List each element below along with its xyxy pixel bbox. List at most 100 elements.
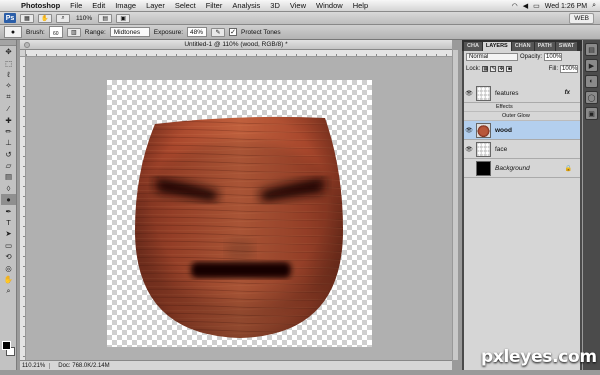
- wifi-icon[interactable]: ◠: [512, 2, 518, 10]
- exposure-label: Exposure:: [153, 28, 184, 36]
- zoom-tool-icon-2[interactable]: ⌕: [1, 285, 16, 296]
- lock-all-icon[interactable]: ■: [506, 66, 513, 72]
- crop-tool-icon[interactable]: ⌗: [1, 92, 16, 103]
- blend-mode-select[interactable]: Normal: [466, 53, 518, 61]
- layer-name[interactable]: Background: [495, 165, 530, 172]
- mask-artwork: [135, 116, 343, 338]
- marquee-tool-icon[interactable]: ⬚: [1, 57, 16, 68]
- menu-layer[interactable]: Layer: [141, 1, 170, 10]
- menu-file[interactable]: File: [65, 1, 87, 10]
- menu-window[interactable]: Window: [311, 1, 348, 10]
- arrange-documents-icon[interactable]: ▤: [98, 13, 113, 23]
- move-tool-icon[interactable]: ✥: [1, 46, 16, 57]
- adjustments-panel-icon[interactable]: ◐: [585, 75, 598, 88]
- vertical-scrollbar[interactable]: [452, 50, 458, 360]
- status-doc-size[interactable]: Doc: 768.0K/2.14M: [58, 363, 109, 369]
- close-document-icon[interactable]: [24, 42, 30, 48]
- visibility-eye-icon[interactable]: 👁: [464, 146, 474, 153]
- document-title-bar[interactable]: Untitled-1 @ 110% (wood, RGB/8) *: [20, 40, 452, 50]
- horizontal-ruler[interactable]: [26, 50, 452, 57]
- layer-name[interactable]: face: [495, 146, 507, 153]
- eyedropper-tool-icon[interactable]: ⁄: [1, 103, 16, 114]
- outer-glow-effect-row[interactable]: Outer Glow: [464, 112, 580, 121]
- bridge-icon[interactable]: ▦: [20, 13, 34, 23]
- clone-stamp-tool-icon[interactable]: ⊥: [1, 137, 16, 148]
- volume-icon[interactable]: ◀: [523, 2, 528, 10]
- layer-row-wood[interactable]: 👁 wood: [464, 121, 580, 140]
- layer-effects-icon[interactable]: fx: [565, 90, 570, 96]
- quick-selection-tool-icon[interactable]: ✧: [1, 80, 16, 91]
- effects-group-row[interactable]: Effects: [464, 103, 580, 112]
- brush-tool-icon[interactable]: ✏: [1, 126, 16, 137]
- styles-panel-icon[interactable]: ▣: [585, 107, 598, 120]
- blur-tool-icon[interactable]: ◊: [1, 183, 16, 194]
- visibility-eye-icon[interactable]: 👁: [464, 127, 474, 134]
- color-swatches[interactable]: [2, 341, 15, 359]
- 3d-orbit-tool-icon[interactable]: ◎: [1, 262, 16, 273]
- tab-paths[interactable]: PATH: [534, 42, 555, 51]
- healing-brush-tool-icon[interactable]: ✚: [1, 114, 16, 125]
- tab-character[interactable]: CHA: [464, 42, 482, 51]
- masks-panel-icon[interactable]: ◯: [585, 91, 598, 104]
- watermark-text: pxleyes.com: [481, 347, 597, 367]
- shape-tool-icon[interactable]: ▭: [1, 240, 16, 251]
- menu-app-photoshop[interactable]: Photoshop: [16, 1, 65, 10]
- layer-row-features[interactable]: 👁 features fx: [464, 84, 580, 103]
- lasso-tool-icon[interactable]: ℓ: [1, 69, 16, 80]
- clock[interactable]: Wed 1:26 PM: [545, 3, 587, 10]
- protect-tones-checkbox[interactable]: ✓: [229, 28, 238, 36]
- battery-icon[interactable]: ▭: [533, 2, 540, 10]
- opacity-input[interactable]: 100%: [544, 53, 563, 61]
- brush-size-picker[interactable]: 60: [48, 26, 63, 38]
- lock-transparent-icon[interactable]: ▦: [482, 66, 489, 72]
- pen-tool-icon[interactable]: ✒: [1, 205, 16, 216]
- menu-analysis[interactable]: Analysis: [227, 1, 265, 10]
- menu-edit[interactable]: Edit: [87, 1, 110, 10]
- status-zoom-field[interactable]: 110.21%: [22, 362, 51, 369]
- lock-image-icon[interactable]: ✎: [490, 66, 497, 72]
- tab-swatches[interactable]: SWAT: [555, 42, 578, 51]
- menu-filter[interactable]: Filter: [201, 1, 228, 10]
- document-canvas[interactable]: [107, 80, 372, 347]
- brush-panel-toggle-icon[interactable]: ▥: [66, 27, 81, 37]
- menu-select[interactable]: Select: [170, 1, 201, 10]
- eraser-tool-icon[interactable]: ▱: [1, 160, 16, 171]
- burn-tool-preset-icon[interactable]: ●: [4, 26, 22, 38]
- hand-tool-icon[interactable]: ✋: [38, 13, 52, 23]
- layer-row-face[interactable]: 👁 face: [464, 140, 580, 159]
- foreground-color-swatch[interactable]: [2, 341, 11, 350]
- tab-layers[interactable]: LAYERS: [482, 42, 511, 51]
- menu-image[interactable]: Image: [110, 1, 141, 10]
- actions-panel-icon[interactable]: ▶: [585, 59, 598, 72]
- menu-help[interactable]: Help: [348, 1, 373, 10]
- spotlight-search-icon[interactable]: ⌕: [592, 2, 596, 10]
- airbrush-icon[interactable]: ✎: [211, 27, 226, 37]
- brush-size-value: 60: [53, 31, 59, 37]
- type-tool-icon[interactable]: T: [1, 217, 16, 228]
- history-panel-icon[interactable]: ▤: [585, 43, 598, 56]
- burn-tool-icon[interactable]: ●: [1, 194, 16, 206]
- screen-mode-icon[interactable]: ▣: [116, 13, 131, 23]
- layer-row-background[interactable]: Background 🔒: [464, 159, 580, 178]
- hand-tool-icon-2[interactable]: ✋: [1, 274, 16, 285]
- document-title: Untitled-1 @ 110% (wood, RGB/8) *: [184, 41, 288, 48]
- zoom-tool-icon[interactable]: ⌕: [56, 13, 70, 23]
- layer-name[interactable]: wood: [495, 127, 512, 134]
- range-select[interactable]: Midtones: [109, 27, 150, 37]
- zoom-level-select[interactable]: 110%: [74, 15, 94, 22]
- layer-name[interactable]: features: [495, 90, 519, 97]
- path-selection-tool-icon[interactable]: ➤: [1, 228, 16, 239]
- 3d-rotate-tool-icon[interactable]: ⟲: [1, 251, 16, 262]
- tools-panel: ✥ ⬚ ℓ ✧ ⌗ ⁄ ✚ ✏ ⊥ ↺ ▱ ▤ ◊ ● ✒ T ➤ ▭ ⟲ ◎ …: [0, 40, 17, 370]
- fill-input[interactable]: 100%: [560, 65, 578, 73]
- exposure-input[interactable]: 48%: [187, 27, 208, 37]
- menu-3d[interactable]: 3D: [265, 1, 285, 10]
- protect-tones-label: Protect Tones: [241, 28, 281, 36]
- menu-view[interactable]: View: [285, 1, 311, 10]
- workspace-switcher[interactable]: WEB: [569, 13, 594, 24]
- gradient-tool-icon[interactable]: ▤: [1, 171, 16, 182]
- history-brush-tool-icon[interactable]: ↺: [1, 149, 16, 160]
- visibility-eye-icon[interactable]: 👁: [464, 90, 474, 97]
- tab-channels[interactable]: CHAN: [511, 42, 534, 51]
- lock-position-icon[interactable]: ✥: [498, 66, 505, 72]
